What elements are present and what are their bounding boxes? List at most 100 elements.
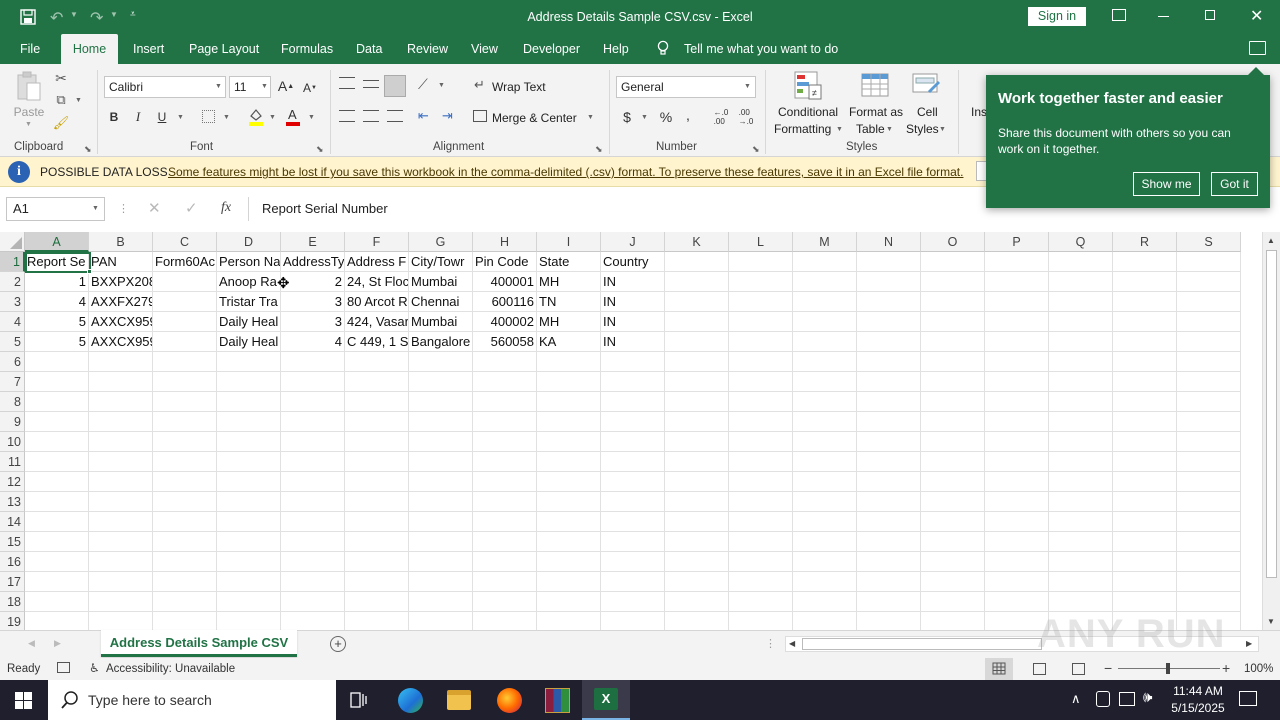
empty-cell[interactable] [729,412,793,432]
empty-cell[interactable] [537,412,601,432]
empty-cell[interactable] [729,472,793,492]
empty-cell[interactable] [537,512,601,532]
row-header-18[interactable]: 18 [0,592,25,612]
cell-e4[interactable]: 3 [281,312,345,332]
empty-cell[interactable] [665,412,729,432]
empty-cell[interactable] [729,332,793,352]
empty-cell[interactable] [281,352,345,372]
row-header-13[interactable]: 13 [0,492,25,512]
empty-cell[interactable] [281,492,345,512]
merge-center-icon[interactable] [473,110,487,122]
font-name-combo[interactable]: Calibri [104,76,226,98]
empty-cell[interactable] [281,532,345,552]
zoom-in-icon[interactable]: + [1222,660,1230,676]
empty-cell[interactable] [25,492,89,512]
italic-icon[interactable]: I [130,108,146,126]
cell-h5[interactable]: 560058 [473,332,537,352]
column-header-a[interactable]: A [25,232,89,252]
empty-cell[interactable] [1177,332,1241,352]
network-icon[interactable] [1119,692,1135,706]
empty-cell[interactable] [665,372,729,392]
row-header-1[interactable]: 1 [0,252,25,272]
empty-cell[interactable] [345,352,409,372]
cell-f5[interactable]: C 449, 1 St [345,332,409,352]
empty-cell[interactable] [793,592,857,612]
empty-cell[interactable] [217,452,281,472]
empty-cell[interactable] [985,252,1049,272]
empty-cell[interactable] [601,492,665,512]
empty-cell[interactable] [281,392,345,412]
cell-d3[interactable]: Tristar Tra [217,292,281,312]
empty-cell[interactable] [1049,292,1113,312]
format-as-table-dropdown-icon[interactable]: ▼ [886,126,893,133]
tab-review[interactable]: Review [401,34,454,64]
empty-cell[interactable] [25,412,89,432]
security-tray-icon[interactable] [1096,691,1110,707]
empty-cell[interactable] [345,552,409,572]
wrap-text-icon[interactable]: ↵ [474,77,485,93]
fill-color-icon[interactable] [248,107,264,126]
restore-icon[interactable] [1205,10,1215,20]
empty-cell[interactable] [793,392,857,412]
empty-cell[interactable] [281,452,345,472]
empty-cell[interactable] [985,452,1049,472]
clock-time[interactable]: 11:44 AM [1166,684,1230,698]
empty-cell[interactable] [1049,352,1113,372]
empty-cell[interactable] [857,312,921,332]
empty-cell[interactable] [921,372,985,392]
empty-cell[interactable] [665,432,729,452]
tab-formulas[interactable]: Formulas [275,34,339,64]
accessibility-icon[interactable]: ♿ [89,661,100,675]
empty-cell[interactable] [921,332,985,352]
insert-cells-label[interactable]: Ins [971,105,987,119]
empty-cell[interactable] [1177,412,1241,432]
scroll-right-icon[interactable]: ▶ [1246,639,1252,648]
empty-cell[interactable] [473,572,537,592]
file-explorer-icon[interactable] [447,690,471,710]
empty-cell[interactable] [793,272,857,292]
empty-cell[interactable] [537,472,601,492]
accounting-format-icon[interactable]: $ [620,108,634,126]
column-header-h[interactable]: H [473,232,537,252]
empty-cell[interactable] [1049,412,1113,432]
empty-cell[interactable] [153,472,217,492]
empty-cell[interactable] [729,352,793,372]
cell-e1[interactable]: AddressTy [281,252,345,272]
cell-c4[interactable] [153,312,217,332]
empty-cell[interactable] [153,452,217,472]
empty-cell[interactable] [217,472,281,492]
empty-cell[interactable] [601,552,665,572]
empty-cell[interactable] [217,572,281,592]
empty-cell[interactable] [857,412,921,432]
cell-g1[interactable]: City/Towr [409,252,473,272]
empty-cell[interactable] [665,292,729,312]
bold-icon[interactable]: B [106,108,122,126]
center-icon[interactable] [363,110,379,122]
empty-cell[interactable] [665,492,729,512]
empty-cell[interactable] [985,412,1049,432]
accessibility-status[interactable]: Accessibility: Unavailable [106,663,235,675]
empty-cell[interactable] [153,392,217,412]
empty-cell[interactable] [217,512,281,532]
empty-cell[interactable] [473,492,537,512]
increase-font-icon[interactable]: A ▲ [278,77,294,95]
number-format-dropdown-icon[interactable]: ▼ [744,83,751,90]
borders-dropdown-icon[interactable]: ▼ [223,114,230,121]
empty-cell[interactable] [729,372,793,392]
empty-cell[interactable] [985,552,1049,572]
cell-h4[interactable]: 400002 [473,312,537,332]
cell-c5[interactable] [153,332,217,352]
row-header-19[interactable]: 19 [0,612,25,630]
empty-cell[interactable] [985,392,1049,412]
empty-cell[interactable] [601,512,665,532]
empty-cell[interactable] [793,252,857,272]
fill-handle[interactable] [87,269,92,274]
empty-cell[interactable] [1113,292,1177,312]
empty-cell[interactable] [1177,392,1241,412]
empty-cell[interactable] [1177,352,1241,372]
empty-cell[interactable] [793,612,857,630]
empty-cell[interactable] [1177,572,1241,592]
row-header-10[interactable]: 10 [0,432,25,452]
empty-cell[interactable] [857,352,921,372]
empty-cell[interactable] [857,612,921,630]
